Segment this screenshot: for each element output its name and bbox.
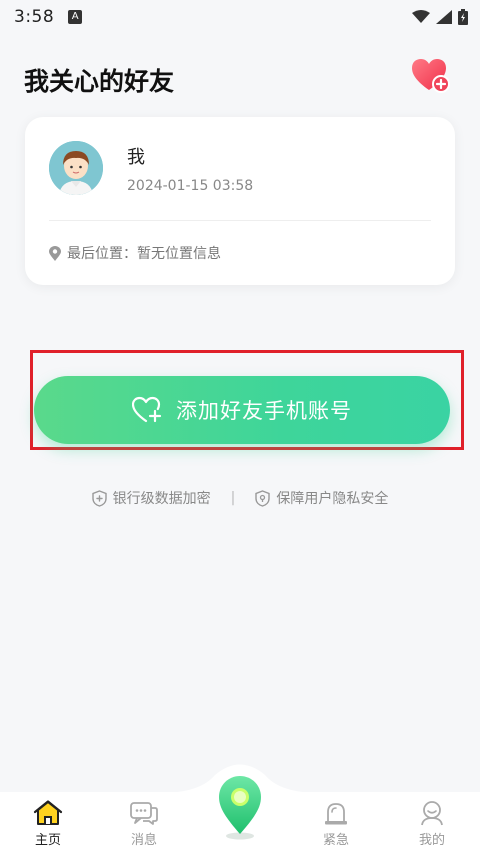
page-title: 我关心的好友 <box>24 67 175 96</box>
wifi-icon <box>412 10 430 23</box>
friend-update-time: 2024-01-15 03:58 <box>127 178 254 194</box>
security-item-privacy: 保障用户隐私安全 <box>255 488 388 508</box>
heart-add-outline-icon <box>132 396 162 423</box>
security-item-encryption: 银行级数据加密 <box>91 488 211 508</box>
security-separator: | <box>230 490 236 506</box>
message-icon <box>130 802 158 825</box>
nav-messages-label: 消息 <box>130 833 157 848</box>
status-bar: 3:58 A <box>0 0 480 34</box>
alarm-icon <box>325 803 347 825</box>
map-pin-icon <box>219 776 261 840</box>
nav-home-label: 主页 <box>34 833 61 848</box>
add-care-friend-button[interactable] <box>412 58 450 94</box>
security-text-1: 银行级数据加密 <box>112 491 211 507</box>
battery-icon <box>458 9 468 25</box>
profile-icon <box>421 801 443 826</box>
nav-messages[interactable]: 消息 <box>114 800 174 848</box>
location-pin-icon <box>49 245 61 261</box>
nav-emergency[interactable]: 紧急 <box>306 800 366 848</box>
add-friend-phone-button[interactable]: 添加好友手机账号 <box>34 376 450 444</box>
avatar-person-icon <box>49 141 103 195</box>
signal-icon <box>436 10 452 24</box>
home-icon <box>33 800 63 825</box>
nav-profile-label: 我的 <box>418 833 445 848</box>
notification-icon: A <box>68 10 83 24</box>
nav-home[interactable]: 主页 <box>18 800 78 848</box>
location-text: 最后位置：暂无位置信息 <box>67 246 221 262</box>
shield-pin-icon <box>255 489 271 507</box>
nav-locate-button[interactable] <box>214 772 266 842</box>
location-row: 最后位置：暂无位置信息 <box>49 243 221 263</box>
nav-emergency-label: 紧急 <box>322 833 349 848</box>
shield-plus-icon <box>91 489 107 507</box>
nav-profile[interactable]: 我的 <box>402 800 462 848</box>
heart-plus-icon <box>412 59 450 93</box>
add-friend-label: 添加好友手机账号 <box>176 399 352 423</box>
status-time: 3:58 <box>14 7 55 27</box>
friend-name: 我 <box>127 147 145 168</box>
security-row: 银行级数据加密 | 保障用户隐私安全 <box>0 488 480 508</box>
friend-card[interactable]: 我 2024-01-15 03:58 最后位置：暂无位置信息 <box>25 117 455 285</box>
status-icons <box>412 9 468 25</box>
card-divider <box>49 220 431 221</box>
avatar <box>49 141 103 195</box>
security-text-2: 保障用户隐私安全 <box>276 491 389 507</box>
